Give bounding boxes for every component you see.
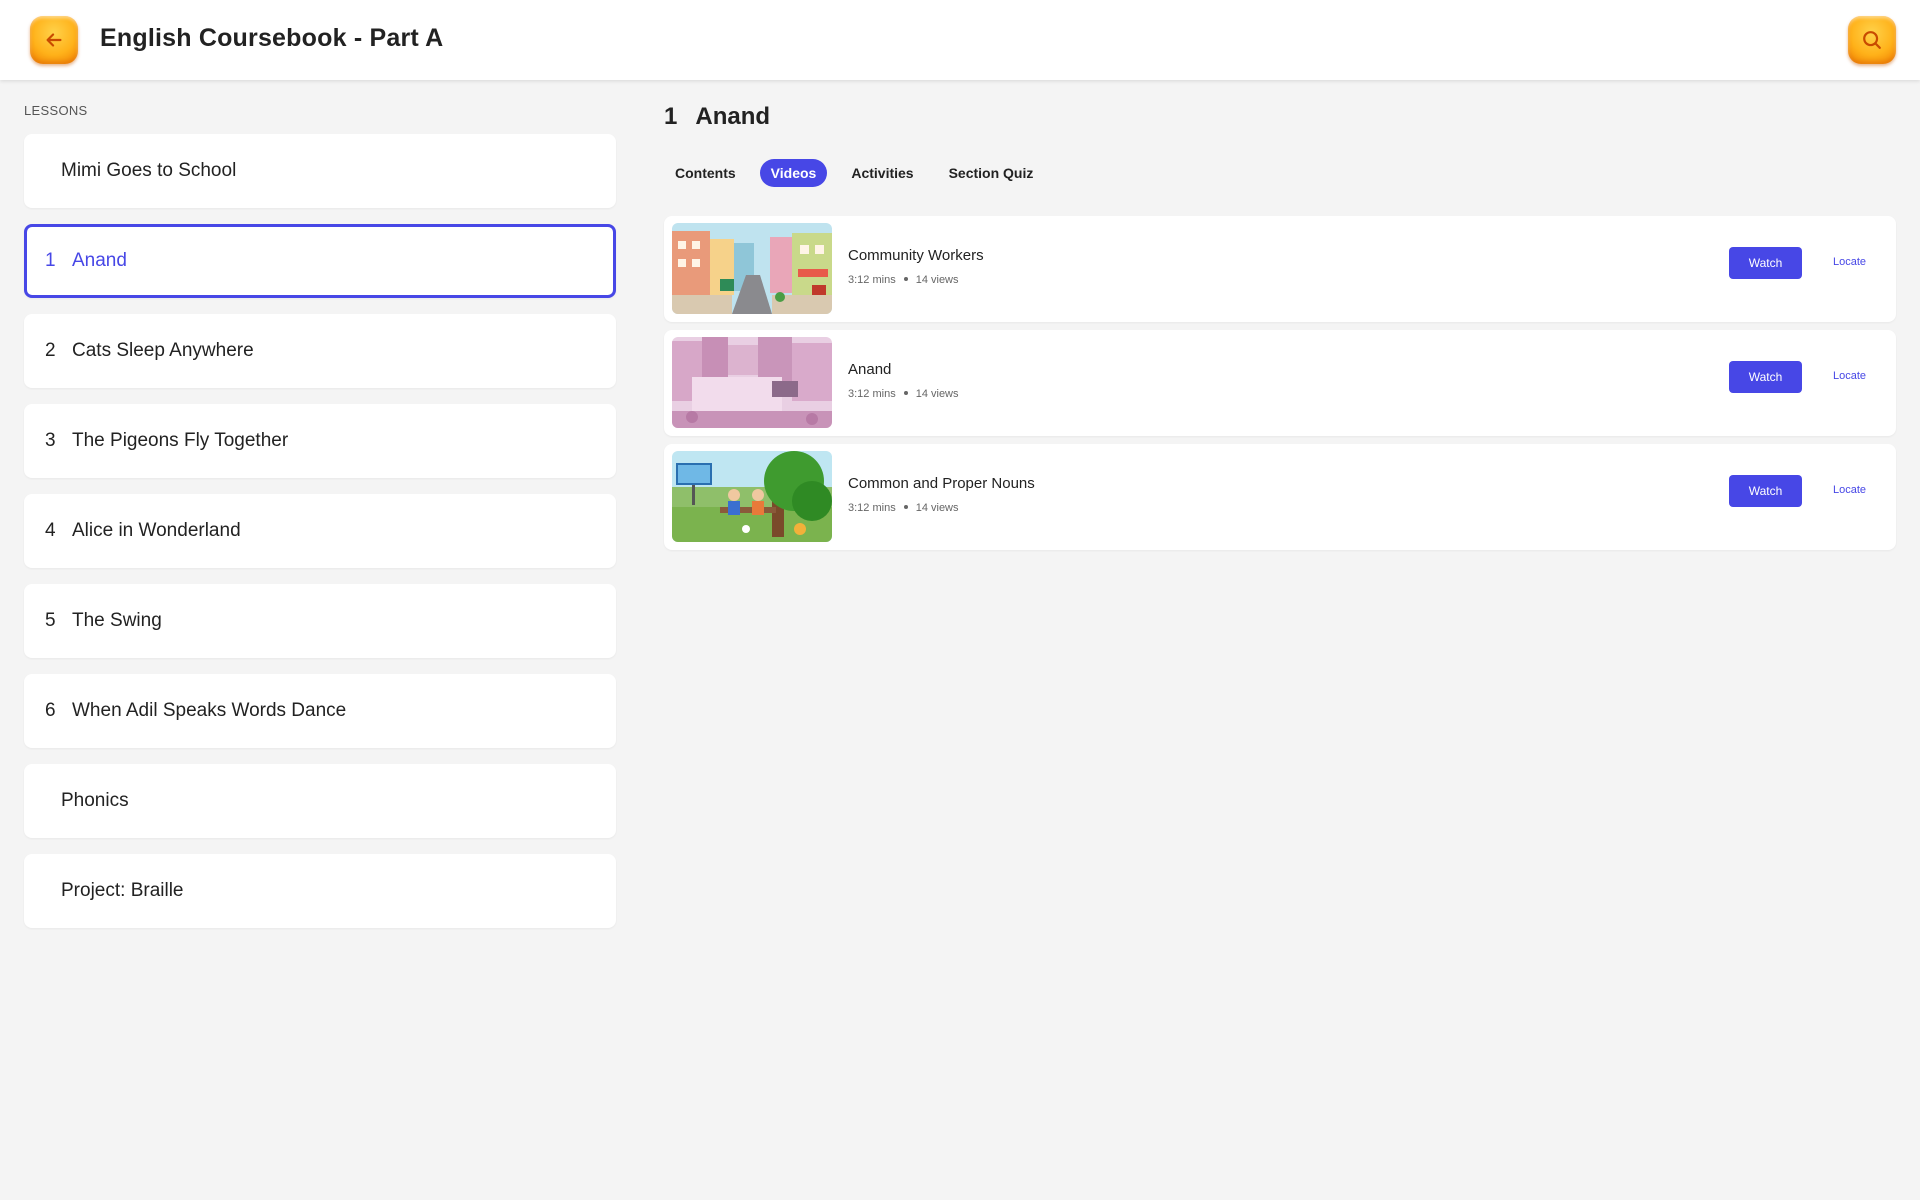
lesson-label: Anand [72, 250, 127, 271]
video-list: Community Workers 3:12 mins 14 views Watc… [664, 216, 1896, 558]
separator-dot-icon [903, 505, 908, 510]
tab-section-quiz[interactable]: Section Quiz [938, 159, 1045, 187]
lesson-label: Cats Sleep Anywhere [72, 340, 254, 361]
lessons-heading: LESSONS [24, 103, 88, 118]
video-card: Community Workers 3:12 mins 14 views Watc… [664, 216, 1896, 322]
lesson-item-project-braille[interactable]: Project: Braille [24, 854, 616, 928]
video-title: Community Workers [848, 247, 984, 264]
video-thumbnail[interactable] [672, 223, 832, 314]
search-icon [1863, 31, 1881, 49]
lesson-item-alice-in-wonderland[interactable]: 4 Alice in Wonderland [24, 494, 616, 568]
lesson-label: Alice in Wonderland [72, 520, 241, 541]
lesson-label: Mimi Goes to School [61, 160, 237, 181]
lesson-label: Project: Braille [61, 880, 184, 901]
watch-button[interactable]: Watch [1729, 361, 1802, 393]
lesson-item-the-swing[interactable]: 5 The Swing [24, 584, 616, 658]
video-card: Common and Proper Nouns 3:12 mins 14 view… [664, 444, 1896, 550]
video-card: Anand 3:12 mins 14 views Watch Locate [664, 330, 1896, 436]
back-button[interactable] [30, 16, 78, 64]
locate-link[interactable]: Locate [1833, 370, 1866, 382]
video-meta: 3:12 mins 14 views [848, 502, 959, 514]
lesson-item-anand[interactable]: 1 Anand [24, 224, 616, 298]
video-duration: 3:12 mins [848, 502, 896, 514]
watch-button[interactable]: Watch [1729, 475, 1802, 507]
watch-button[interactable]: Watch [1729, 247, 1802, 279]
arrow-left-icon [46, 33, 62, 47]
video-duration: 3:12 mins [848, 274, 896, 286]
lesson-label: When Adil Speaks Words Dance [72, 700, 347, 721]
video-views: 14 views [915, 274, 959, 286]
video-meta: 3:12 mins 14 views [848, 388, 959, 400]
lesson-number: 6 [45, 700, 56, 721]
app-header: English Coursebook - Part A [0, 0, 1920, 80]
section-name: Anand [695, 103, 771, 130]
lesson-item-phonics[interactable]: Phonics [24, 764, 616, 838]
lesson-number: 5 [45, 610, 56, 631]
video-title: Common and Proper Nouns [848, 475, 1035, 492]
lesson-number: 4 [45, 520, 56, 541]
search-button[interactable] [1848, 16, 1896, 64]
lesson-item-mimi-goes-to-school[interactable]: Mimi Goes to School [24, 134, 616, 208]
section-title: 1 Anand [664, 103, 770, 131]
lesson-list: Mimi Goes to School 1 Anand 2 Cats Sleep… [24, 134, 616, 944]
lesson-item-when-adil-speaks-words-dance[interactable]: 6 When Adil Speaks Words Dance [24, 674, 616, 748]
locate-link[interactable]: Locate [1833, 484, 1866, 496]
page-title: English Coursebook - Part A [100, 24, 444, 52]
section-tabs: Contents Videos Activities Section Quiz [664, 159, 1057, 187]
lesson-number: 3 [45, 430, 56, 451]
video-views: 14 views [915, 502, 959, 514]
lesson-label: The Pigeons Fly Together [72, 430, 289, 451]
tab-activities[interactable]: Activities [840, 159, 924, 187]
lesson-item-cats-sleep-anywhere[interactable]: 2 Cats Sleep Anywhere [24, 314, 616, 388]
video-title: Anand [848, 361, 892, 378]
video-views: 14 views [915, 388, 959, 400]
section-number: 1 [664, 103, 678, 130]
locate-link[interactable]: Locate [1833, 256, 1866, 268]
lesson-number: 1 [45, 250, 56, 271]
video-meta: 3:12 mins 14 views [848, 274, 959, 286]
tab-contents[interactable]: Contents [664, 159, 747, 187]
separator-dot-icon [903, 277, 908, 282]
video-thumbnail[interactable] [672, 451, 832, 542]
video-duration: 3:12 mins [848, 388, 896, 400]
separator-dot-icon [903, 391, 908, 396]
lesson-item-the-pigeons-fly-together[interactable]: 3 The Pigeons Fly Together [24, 404, 616, 478]
lesson-label: Phonics [61, 790, 129, 811]
tab-videos[interactable]: Videos [759, 159, 828, 187]
lesson-number: 2 [45, 340, 56, 361]
video-thumbnail[interactable] [672, 337, 832, 428]
lesson-label: The Swing [72, 610, 162, 631]
